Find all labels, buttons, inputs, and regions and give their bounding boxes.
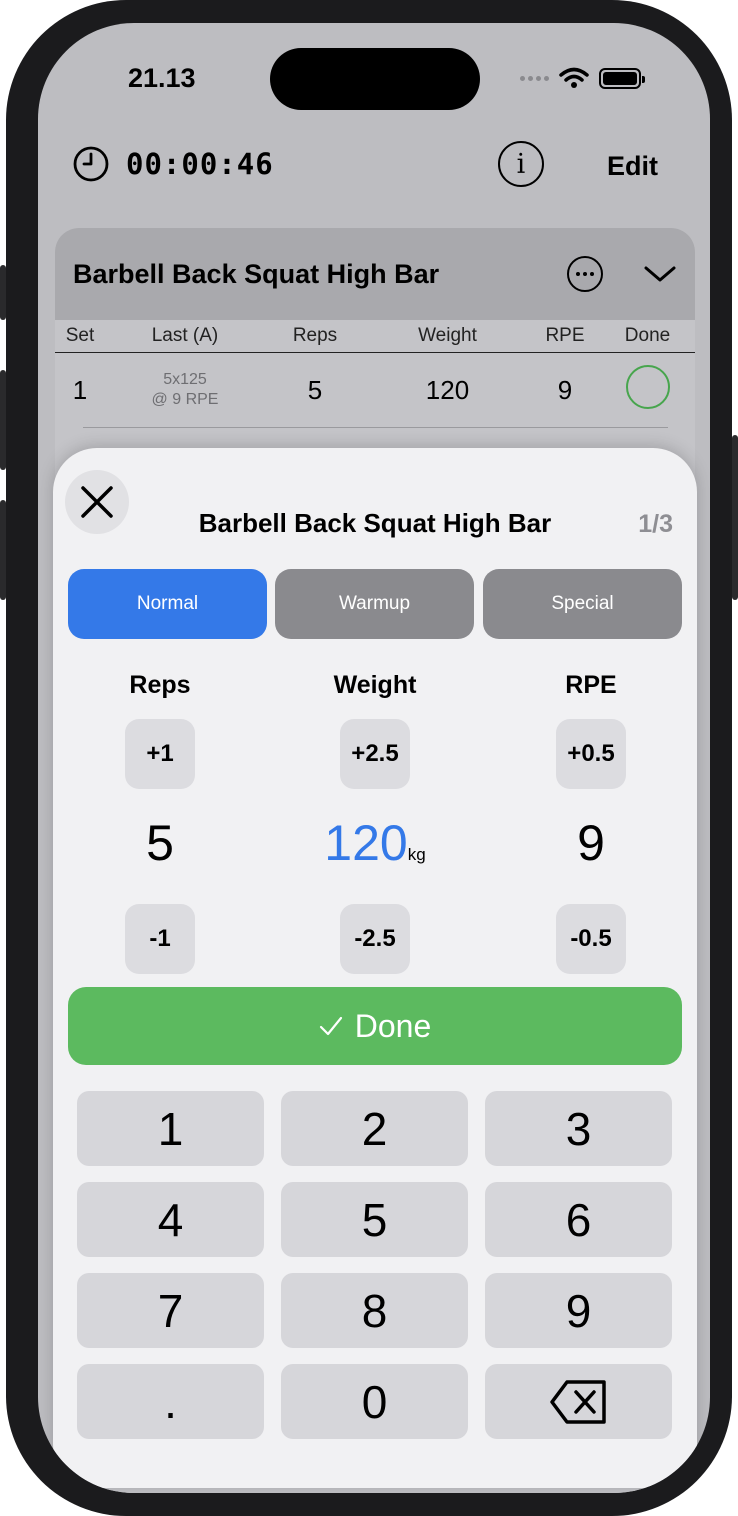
dynamic-island	[270, 48, 480, 110]
done-button[interactable]: Done	[68, 987, 682, 1065]
status-time: 21.13	[128, 63, 196, 93]
weight-value: 120	[324, 815, 408, 871]
divider	[83, 427, 668, 428]
segment-warmup[interactable]: Warmup	[275, 569, 474, 639]
column-header: Weight	[418, 325, 477, 346]
chevron-down-icon[interactable]	[643, 264, 677, 284]
column-header: Done	[624, 325, 671, 346]
reps-label: Reps	[129, 671, 191, 699]
previous-set-line: 5x125	[163, 371, 207, 388]
weight-cell[interactable]: 120	[365, 375, 530, 406]
key-5[interactable]: 5	[281, 1182, 468, 1257]
reps-decrement-button[interactable]: -1	[125, 904, 195, 974]
checkmark-icon	[319, 1016, 342, 1036]
previous-set: 5x125 @ 9 RPE	[105, 370, 265, 410]
key-4[interactable]: 4	[77, 1182, 264, 1257]
key-decimal[interactable]: .	[77, 1364, 264, 1439]
device-button	[0, 265, 6, 320]
reps-cell[interactable]: 5	[265, 375, 365, 406]
key-2[interactable]: 2	[281, 1091, 468, 1166]
rpe-increment-button[interactable]: +0.5	[556, 719, 626, 789]
set-editor-sheet: Barbell Back Squat High Bar 1/3 Normal W…	[53, 448, 697, 1488]
key-8[interactable]: 8	[281, 1273, 468, 1348]
reps-increment-button[interactable]: +1	[125, 719, 195, 789]
weight-unit: kg	[407, 845, 426, 864]
timer-text: 00:00:46	[126, 147, 274, 181]
done-label: Done	[354, 1007, 432, 1044]
weight-increment-button[interactable]: +2.5	[340, 719, 410, 789]
key-0[interactable]: 0	[281, 1364, 468, 1439]
weight-value-field[interactable]: 120kg	[275, 814, 475, 872]
key-9[interactable]: 9	[485, 1273, 672, 1348]
screen: 21.13 00:00:46 i Edit Barbell Back Squat…	[38, 23, 710, 1493]
workout-timer: 00:00:46	[72, 145, 274, 183]
wifi-icon	[559, 67, 589, 88]
info-icon[interactable]: i	[498, 141, 544, 187]
exercise-header: Barbell Back Squat High Bar	[55, 228, 695, 320]
device-button	[0, 370, 6, 470]
signal-icon	[520, 75, 549, 81]
rpe-label: RPE	[565, 671, 617, 699]
device-frame: 21.13 00:00:46 i Edit Barbell Back Squat…	[0, 0, 738, 1516]
backspace-icon	[549, 1379, 606, 1424]
weight-decrement-button[interactable]: -2.5	[340, 904, 410, 974]
key-7[interactable]: 7	[77, 1273, 264, 1348]
exercise-title: Barbell Back Squat High Bar	[73, 258, 440, 289]
clock-icon	[73, 146, 109, 182]
weight-label: Weight	[333, 671, 417, 699]
reps-value[interactable]: 5	[60, 814, 260, 872]
table-row[interactable]: 1 5x125 @ 9 RPE 5 120 9	[55, 353, 695, 427]
key-1[interactable]: 1	[77, 1091, 264, 1166]
segment-normal[interactable]: Normal	[68, 569, 267, 639]
column-header: RPE	[545, 325, 585, 346]
battery-icon	[599, 67, 645, 89]
column-header: Last (A)	[151, 325, 219, 346]
segment-special[interactable]: Special	[483, 569, 682, 639]
column-header: Set	[65, 325, 95, 346]
status-icons	[520, 67, 645, 89]
more-icon[interactable]	[567, 256, 603, 292]
key-3[interactable]: 3	[485, 1091, 672, 1166]
sheet-title: Barbell Back Squat High Bar	[198, 508, 552, 538]
column-header: Reps	[292, 325, 338, 346]
device-button	[0, 500, 6, 600]
key-6[interactable]: 6	[485, 1182, 672, 1257]
previous-set-line: @ 9 RPE	[151, 391, 219, 408]
set-counter: 1/3	[638, 510, 673, 538]
edit-button[interactable]: Edit	[607, 151, 658, 182]
rpe-value[interactable]: 9	[491, 814, 691, 872]
rpe-cell[interactable]: 9	[530, 375, 600, 406]
set-table-header: Set Last (A) Reps Weight RPE Done	[55, 320, 695, 353]
done-checkbox[interactable]	[625, 364, 670, 409]
rpe-decrement-button[interactable]: -0.5	[556, 904, 626, 974]
device-button	[732, 435, 738, 600]
set-number: 1	[72, 374, 88, 405]
key-backspace[interactable]	[485, 1364, 672, 1439]
